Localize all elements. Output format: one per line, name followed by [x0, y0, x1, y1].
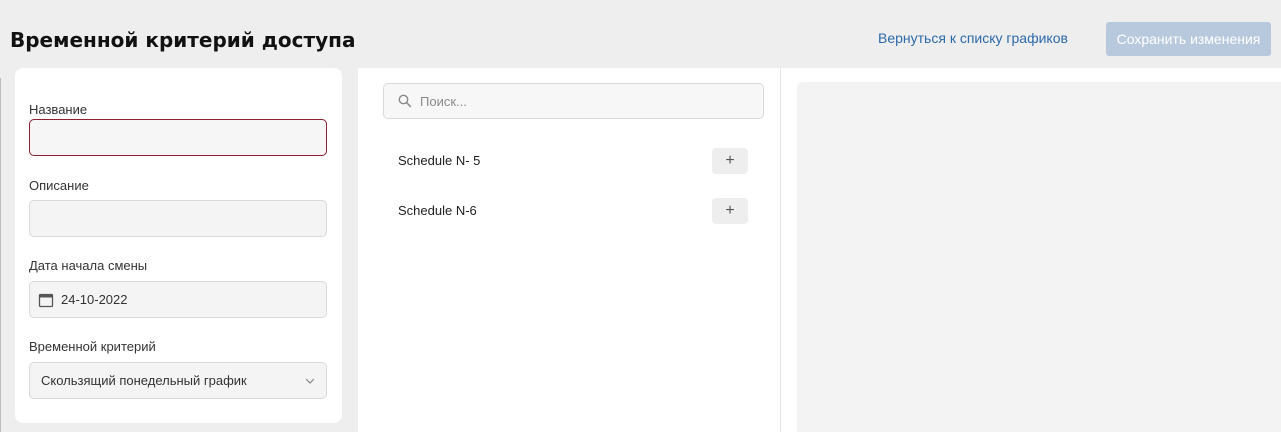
search-box[interactable]	[383, 83, 764, 119]
criterion-select-value: Скользящий понедельный график	[41, 373, 247, 388]
page-title: Временной критерий доступа	[10, 28, 356, 52]
start-date-label: Дата начала смены	[29, 258, 148, 273]
search-icon	[398, 94, 412, 108]
schedule-label: Schedule N- 5	[398, 153, 481, 168]
description-label: Описание	[29, 178, 89, 193]
schedule-label: Schedule N-6	[398, 203, 477, 218]
calendar-icon	[38, 293, 54, 307]
list-item: Schedule N-6 +	[398, 198, 750, 224]
chevron-down-icon	[305, 378, 315, 384]
add-schedule-button[interactable]: +	[712, 198, 748, 224]
save-changes-button[interactable]: Сохранить изменения	[1106, 22, 1271, 56]
schedule-list-panel: Schedule N- 5 + Schedule N-6 +	[358, 68, 780, 432]
add-schedule-button[interactable]: +	[712, 148, 748, 174]
search-input[interactable]	[420, 93, 740, 109]
details-placeholder-area	[797, 82, 1281, 432]
name-input[interactable]	[29, 119, 327, 156]
details-panel	[780, 68, 1281, 432]
list-item: Schedule N- 5 +	[398, 148, 750, 174]
start-date-value: 24-10-2022	[61, 292, 128, 307]
start-date-field[interactable]: 24-10-2022	[29, 281, 327, 318]
back-to-schedules-link[interactable]: Вернуться к списку графиков	[878, 30, 1068, 46]
page-header: Временной критерий доступа Вернуться к с…	[0, 0, 1281, 78]
description-input[interactable]	[29, 200, 327, 237]
criterion-select[interactable]: Скользящий понедельный график	[29, 362, 327, 399]
criterion-label: Временной критерий	[29, 339, 156, 354]
name-label: Название	[29, 102, 88, 117]
criterion-form-card: Название Описание Дата начала смены 24-1…	[15, 68, 342, 423]
